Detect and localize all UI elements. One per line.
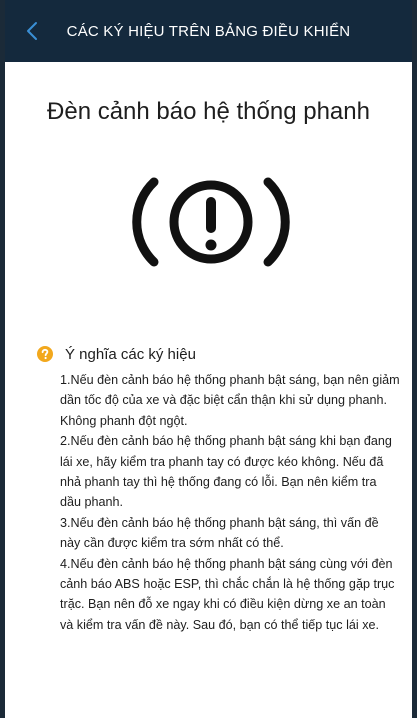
meaning-item: 3.Nếu đèn cảnh báo hệ thống phanh bật sá… <box>60 515 379 551</box>
back-button[interactable] <box>18 17 46 45</box>
brake-warning-icon <box>132 177 290 267</box>
frame-edge-right <box>412 0 417 718</box>
app-header: CÁC KÝ HIỆU TRÊN BẢNG ĐIỀU KHIỂN <box>0 0 417 62</box>
meaning-item: 1.Nếu đèn cảnh báo hệ thống phanh bật sá… <box>60 373 400 428</box>
header-title: CÁC KÝ HIỆU TRÊN BẢNG ĐIỀU KHIỂN <box>66 22 351 40</box>
content-area: Đèn cảnh báo hệ thống phanh Ý nghĩa các … <box>5 62 412 718</box>
meaning-text: 1.Nếu đèn cảnh báo hệ thống phanh bật sá… <box>60 370 400 635</box>
meaning-item: 4.Nếu đèn cảnh báo hệ thống phanh bật sá… <box>60 556 395 632</box>
meaning-header: Ý nghĩa các ký hiệu <box>37 344 397 364</box>
page-title: Đèn cảnh báo hệ thống phanh <box>47 98 370 125</box>
meaning-title: Ý nghĩa các ký hiệu <box>65 345 196 363</box>
help-icon <box>37 346 53 362</box>
meaning-item: 2.Nếu đèn cảnh báo hệ thống phanh bật sá… <box>60 434 392 510</box>
symbol-meaning-section: Ý nghĩa các ký hiệu 1.Nếu đèn cảnh báo h… <box>37 344 400 635</box>
chevron-left-icon <box>27 22 37 40</box>
